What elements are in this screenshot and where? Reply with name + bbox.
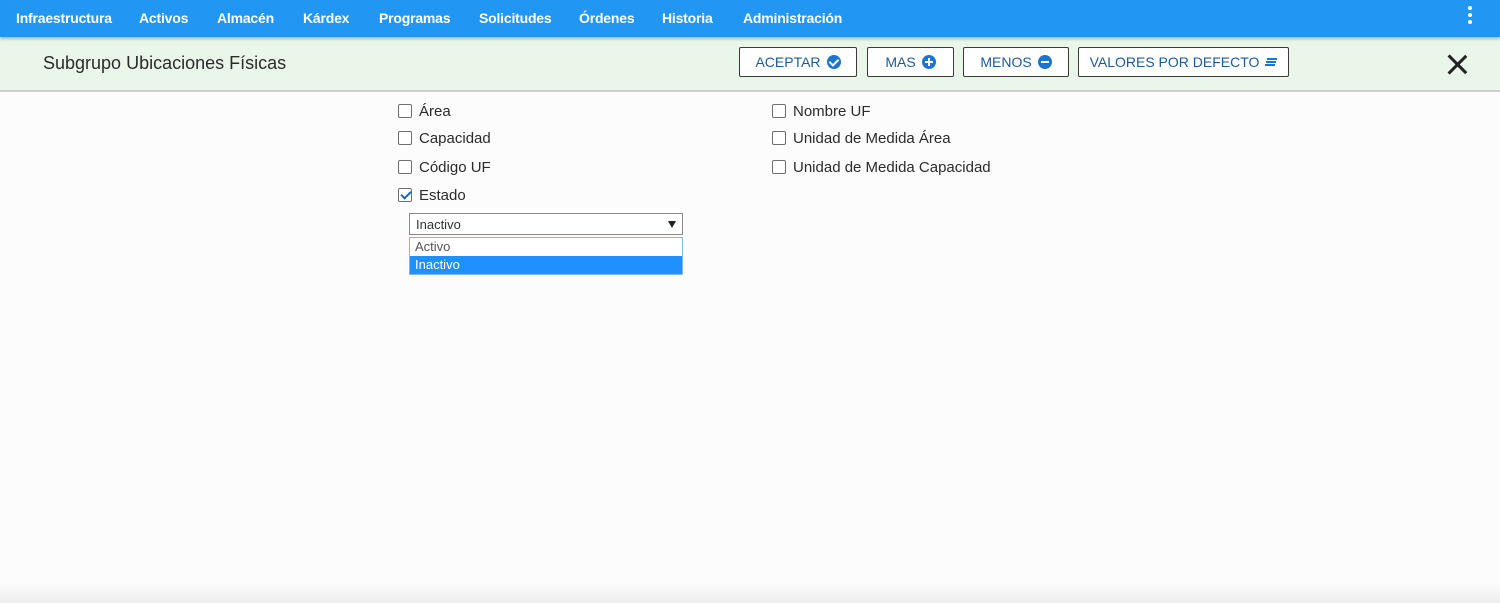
checkbox-estado[interactable]: Estado bbox=[398, 185, 466, 205]
checkbox-unidad-medida-capacidad[interactable]: Unidad de Medida Capacidad bbox=[772, 157, 991, 177]
bottom-edge bbox=[0, 583, 1500, 603]
checkbox-box[interactable] bbox=[398, 160, 412, 174]
checkbox-box[interactable] bbox=[772, 131, 786, 145]
aceptar-label: ACEPTAR bbox=[755, 54, 821, 70]
checkbox-label-nombre-uf: Nombre UF bbox=[793, 102, 871, 120]
checkbox-unidad-medida-area[interactable]: Unidad de Medida Área bbox=[772, 128, 951, 148]
menu-item-administracion[interactable]: Administración bbox=[743, 0, 842, 37]
more-vertical-icon[interactable] bbox=[1462, 5, 1478, 29]
menu-item-infraestructura[interactable]: Infraestructura bbox=[16, 0, 112, 37]
check-circle-icon bbox=[826, 55, 841, 69]
dropdown-arrow-icon bbox=[668, 221, 676, 228]
aceptar-button[interactable]: ACEPTAR bbox=[739, 47, 857, 77]
estado-dropdown-list: Activo Inactivo bbox=[409, 237, 683, 275]
checkbox-box[interactable] bbox=[398, 104, 412, 118]
menos-button[interactable]: MENOS bbox=[963, 47, 1069, 77]
form-toolbar: Subgrupo Ubicaciones Físicas ACEPTAR MAS… bbox=[0, 37, 1500, 92]
menos-label: MENOS bbox=[980, 54, 1032, 70]
option-activo[interactable]: Activo bbox=[410, 238, 682, 256]
checkbox-label-capacidad: Capacidad bbox=[419, 129, 491, 147]
menu-item-programas[interactable]: Programas bbox=[379, 0, 451, 37]
checkbox-label-unidad-medida-area: Unidad de Medida Área bbox=[793, 129, 951, 147]
checkbox-label-unidad-medida-capacidad: Unidad de Medida Capacidad bbox=[793, 158, 991, 176]
menu-item-solicitudes[interactable]: Solicitudes bbox=[479, 0, 552, 37]
menu-item-activos[interactable]: Activos bbox=[139, 0, 188, 37]
top-menu-bar: Infraestructura Activos Almacén Kárdex P… bbox=[0, 0, 1500, 37]
menu-item-kardex[interactable]: Kárdex bbox=[303, 0, 349, 37]
minus-circle-icon bbox=[1037, 55, 1052, 69]
lines-icon bbox=[1265, 57, 1278, 67]
mas-button[interactable]: MAS bbox=[867, 47, 954, 77]
checkbox-nombre-uf[interactable]: Nombre UF bbox=[772, 101, 871, 121]
plus-circle-icon bbox=[921, 55, 936, 69]
menu-item-historia[interactable]: Historia bbox=[662, 0, 713, 37]
menu-item-ordenes[interactable]: Órdenes bbox=[579, 0, 635, 37]
valores-por-defecto-label: VALORES POR DEFECTO bbox=[1089, 54, 1260, 70]
menu-item-almacen[interactable]: Almacén bbox=[217, 0, 274, 37]
estado-select[interactable]: Inactivo bbox=[409, 213, 683, 235]
valores-por-defecto-button[interactable]: VALORES POR DEFECTO bbox=[1078, 47, 1289, 77]
checkbox-label-estado: Estado bbox=[419, 186, 466, 204]
option-inactivo[interactable]: Inactivo bbox=[410, 256, 682, 274]
close-icon[interactable] bbox=[1446, 53, 1468, 75]
page-title: Subgrupo Ubicaciones Físicas bbox=[43, 53, 287, 73]
checkbox-box[interactable] bbox=[772, 104, 786, 118]
checkbox-box-checked[interactable] bbox=[398, 188, 412, 202]
checkbox-label-codigo-uf: Código UF bbox=[419, 158, 491, 176]
checkbox-label-area: Área bbox=[419, 102, 451, 120]
checkbox-box[interactable] bbox=[398, 131, 412, 145]
estado-select-value: Inactivo bbox=[416, 217, 461, 232]
checkbox-box[interactable] bbox=[772, 160, 786, 174]
checkbox-area[interactable]: Área bbox=[398, 101, 451, 121]
checkbox-codigo-uf[interactable]: Código UF bbox=[398, 157, 491, 177]
mas-label: MAS bbox=[885, 54, 916, 70]
checkbox-capacidad[interactable]: Capacidad bbox=[398, 128, 491, 148]
